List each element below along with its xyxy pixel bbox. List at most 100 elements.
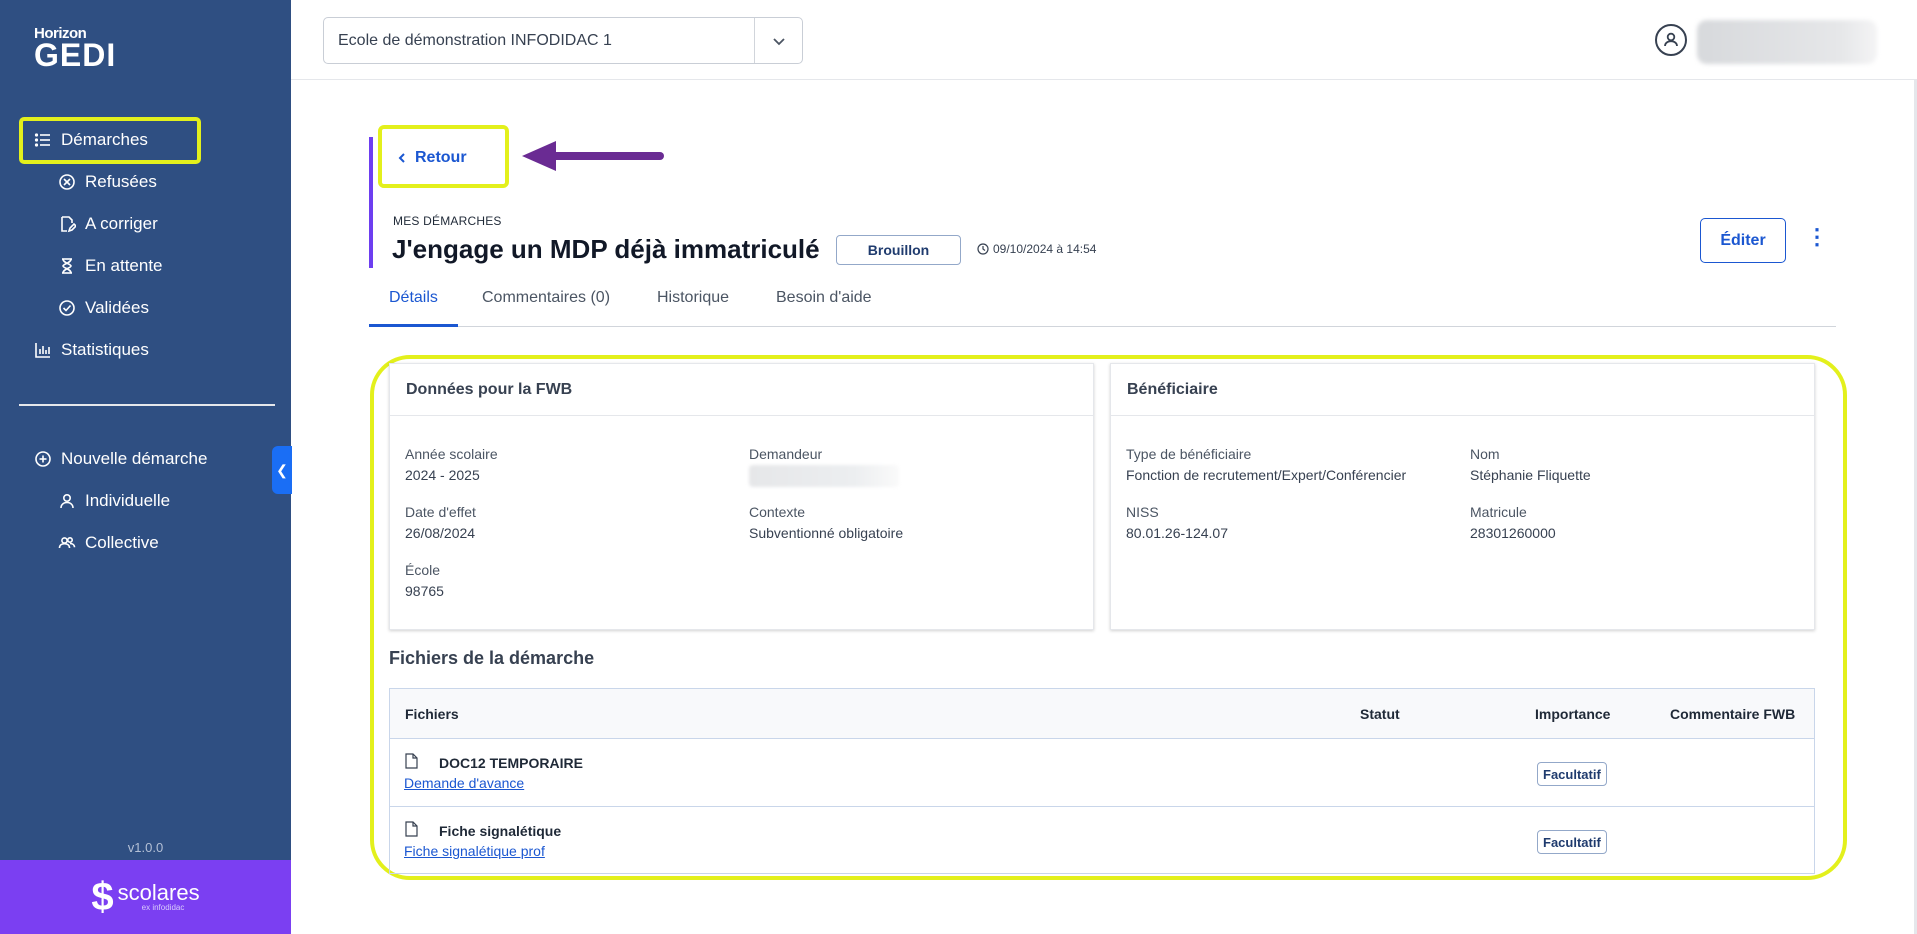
file-link[interactable]: Fiche signalétique prof bbox=[404, 843, 545, 859]
back-button[interactable]: Retour bbox=[397, 149, 467, 167]
hourglass-icon bbox=[62, 258, 72, 274]
sidebar-item-label: Refusées bbox=[85, 172, 157, 191]
sidebar-item-label: Individuelle bbox=[85, 491, 171, 510]
sidebar-item-label: Démarches bbox=[61, 130, 148, 149]
sidebar: Horizon GEDI Démarches Refusées A corrig… bbox=[0, 0, 291, 934]
sidebar-divider bbox=[19, 404, 275, 406]
check-circle-icon bbox=[59, 300, 75, 316]
brand-footer: $ scolares ex infodidac bbox=[0, 860, 291, 934]
sidebar-collapse-button[interactable]: ❮ bbox=[272, 446, 292, 494]
column-header-fichiers: Fichiers bbox=[405, 706, 459, 722]
status-badge: Brouillon bbox=[836, 235, 961, 265]
column-header-importance: Importance bbox=[1535, 706, 1611, 722]
importance-badge: Facultatif bbox=[1537, 830, 1607, 854]
tab-details[interactable]: Détails bbox=[369, 285, 458, 327]
beneficiary-card: Bénéficiaire Type de bénéficiaire Foncti… bbox=[1110, 363, 1815, 630]
brand-word: scolares bbox=[117, 880, 200, 905]
timestamp-text: 09/10/2024 à 14:54 bbox=[993, 242, 1097, 256]
sidebar-item-label: Statistiques bbox=[61, 340, 149, 359]
field-label: Demandeur bbox=[749, 446, 823, 462]
field-ecole: École 98765 bbox=[405, 562, 444, 599]
sidebar-item-a-corriger[interactable]: A corriger bbox=[58, 214, 158, 234]
back-label: Retour bbox=[415, 149, 467, 166]
x-circle-icon bbox=[59, 174, 75, 190]
top-bar: Ecole de démonstration INFODIDAC 1 bbox=[291, 0, 1917, 80]
field-value: Subventionné obligatoire bbox=[749, 525, 904, 541]
logo-main-text: GEDI bbox=[34, 37, 117, 73]
app-version: v1.0.0 bbox=[127, 840, 164, 855]
tab-besoin-aide[interactable]: Besoin d'aide bbox=[776, 285, 872, 327]
bar-chart-icon bbox=[35, 343, 50, 358]
field-value-redacted bbox=[749, 465, 899, 487]
field-demandeur: Demandeur bbox=[749, 446, 899, 487]
sidebar-item-en-attente[interactable]: En attente bbox=[58, 256, 163, 276]
sidebar-item-demarches[interactable]: Démarches bbox=[34, 130, 148, 150]
sidebar-item-individuelle[interactable]: Individuelle bbox=[58, 491, 170, 511]
table-header: Fichiers Statut Importance Commentaire F… bbox=[390, 689, 1814, 739]
tab-commentaires[interactable]: Commentaires (0) bbox=[482, 285, 610, 327]
document-icon bbox=[405, 821, 418, 837]
annotation-arrow-icon bbox=[522, 141, 664, 171]
field-nom: Nom Stéphanie Fliquette bbox=[1470, 446, 1591, 483]
files-section-title: Fichiers de la démarche bbox=[389, 648, 595, 668]
sidebar-item-label: Validées bbox=[85, 298, 149, 317]
timestamp: 09/10/2024 à 14:54 bbox=[977, 242, 1096, 256]
field-label: École bbox=[405, 562, 441, 578]
sidebar-item-label: En attente bbox=[85, 256, 163, 275]
field-niss: NISS 80.01.26-124.07 bbox=[1126, 504, 1228, 541]
edit-doc-icon bbox=[61, 216, 76, 233]
field-value: 98765 bbox=[405, 583, 444, 599]
school-select[interactable]: Ecole de démonstration INFODIDAC 1 bbox=[323, 17, 803, 64]
files-table: Fichiers Statut Importance Commentaire F… bbox=[389, 688, 1815, 874]
field-label: Matricule bbox=[1470, 504, 1527, 520]
sidebar-item-validees[interactable]: Validées bbox=[58, 298, 149, 318]
field-value: 26/08/2024 bbox=[405, 525, 476, 541]
user-icon bbox=[60, 493, 74, 509]
field-type-beneficiaire: Type de bénéficiaire Fonction de recrute… bbox=[1126, 446, 1406, 483]
fwb-data-card: Données pour la FWB Année scolaire 2024 … bbox=[389, 363, 1094, 630]
sidebar-item-label: Collective bbox=[85, 533, 159, 552]
clock-icon bbox=[977, 243, 989, 255]
field-value: Fonction de recrutement/Expert/Conférenc… bbox=[1126, 467, 1407, 483]
file-link[interactable]: Demande d'avance bbox=[404, 775, 524, 791]
field-contexte: Contexte Subventionné obligatoire bbox=[749, 504, 903, 541]
table-row: Fiche signalétique Fiche signalétique pr… bbox=[390, 807, 1814, 875]
field-value: Stéphanie Fliquette bbox=[1470, 467, 1591, 483]
scolares-logo-icon: $ bbox=[91, 874, 114, 919]
edit-button[interactable]: Éditer bbox=[1700, 218, 1786, 263]
column-header-commentaire: Commentaire FWB bbox=[1670, 706, 1796, 722]
chevron-left-icon bbox=[398, 153, 405, 163]
page-kicker: MES DÉMARCHES bbox=[393, 214, 502, 228]
file-name: Fiche signalétique bbox=[439, 823, 562, 839]
more-options-icon[interactable]: ⋮ bbox=[1806, 226, 1828, 248]
field-label: Date d'effet bbox=[405, 504, 476, 520]
field-value: 2024 - 2025 bbox=[405, 467, 480, 483]
field-annee-scolaire: Année scolaire 2024 - 2025 bbox=[405, 446, 498, 483]
header-accent-bar bbox=[369, 137, 373, 268]
field-value: 28301260000 bbox=[1470, 525, 1556, 541]
field-label: Type de bénéficiaire bbox=[1126, 446, 1252, 462]
sidebar-item-refusees[interactable]: Refusées bbox=[58, 172, 157, 192]
field-matricule: Matricule 28301260000 bbox=[1470, 504, 1556, 541]
sidebar-item-nouvelle-demarche[interactable]: Nouvelle démarche bbox=[34, 449, 207, 469]
field-value: 80.01.26-124.07 bbox=[1126, 525, 1228, 541]
table-row: DOC12 TEMPORAIRE Demande d'avance Facult… bbox=[390, 739, 1814, 807]
card-title: Bénéficiaire bbox=[1111, 364, 1814, 416]
field-label: NISS bbox=[1126, 504, 1159, 520]
column-header-statut: Statut bbox=[1360, 706, 1400, 722]
school-select-value: Ecole de démonstration INFODIDAC 1 bbox=[338, 31, 612, 49]
field-label: Nom bbox=[1470, 446, 1500, 462]
app-logo[interactable]: Horizon GEDI bbox=[34, 26, 116, 71]
page-title: J'engage un MDP déjà immatriculé bbox=[392, 234, 820, 264]
tab-bar: Détails Commentaires (0) Historique Beso… bbox=[369, 285, 1836, 327]
card-title: Données pour la FWB bbox=[390, 364, 1093, 416]
chevron-left-icon: ❮ bbox=[276, 461, 288, 478]
user-avatar-icon[interactable] bbox=[1655, 24, 1687, 56]
chevron-down-icon[interactable] bbox=[754, 18, 802, 63]
sidebar-item-label: Nouvelle démarche bbox=[61, 449, 208, 468]
tab-historique[interactable]: Historique bbox=[657, 285, 729, 327]
user-name-redacted[interactable] bbox=[1697, 20, 1877, 64]
sidebar-item-collective[interactable]: Collective bbox=[58, 533, 159, 553]
sidebar-item-statistiques[interactable]: Statistiques bbox=[34, 340, 149, 360]
file-name: DOC12 TEMPORAIRE bbox=[439, 755, 583, 771]
